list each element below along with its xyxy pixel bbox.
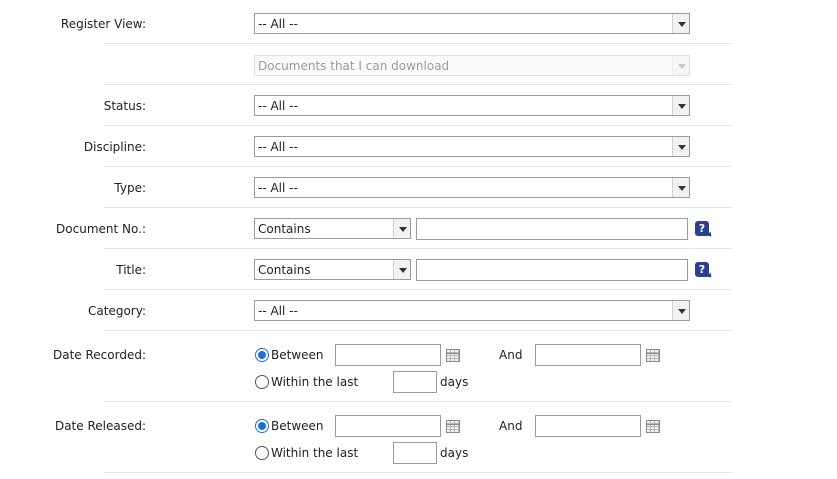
discipline-label: Discipline:: [83, 140, 146, 154]
category-row: Category: -- All --: [88, 290, 732, 331]
download-filter-row: Documents that I can download: [104, 44, 732, 85]
chevron-down-icon: [672, 137, 689, 156]
date-released-within-label: Within the last: [271, 446, 359, 460]
document-no-operator-value: Contains: [258, 222, 311, 236]
help-icon[interactable]: ?: [695, 221, 709, 236]
calendar-icon[interactable]: [646, 349, 660, 362]
discipline-row: Discipline: -- All --: [84, 126, 732, 167]
discipline-select[interactable]: -- All --: [254, 136, 690, 157]
date-released-between-radio[interactable]: [255, 419, 269, 433]
date-released-and-label: And: [499, 419, 523, 433]
date-recorded-from-input[interactable]: [335, 344, 441, 366]
register-view-label: Register View:: [60, 17, 146, 31]
date-recorded-row: Date Recorded: Between And Within the la…: [53, 331, 732, 402]
title-input[interactable]: [416, 259, 688, 281]
document-no-label: Document No.:: [56, 222, 146, 236]
date-released-days-input[interactable]: [393, 442, 437, 464]
category-value: -- All --: [258, 304, 298, 318]
calendar-icon[interactable]: [446, 349, 460, 362]
title-label: Title:: [116, 263, 146, 277]
calendar-icon[interactable]: [446, 420, 460, 433]
date-recorded-between-radio[interactable]: [255, 348, 269, 362]
register-view-select[interactable]: -- All --: [254, 13, 690, 34]
register-view-value: -- All --: [258, 17, 298, 31]
type-label: Type:: [114, 181, 146, 195]
download-filter-select[interactable]: Documents that I can download: [254, 55, 690, 76]
date-released-label: Date Released:: [54, 419, 146, 433]
date-recorded-to-input[interactable]: [535, 344, 641, 366]
chevron-down-icon: [672, 96, 689, 115]
chevron-down-icon: [672, 301, 689, 320]
type-value: -- All --: [258, 181, 298, 195]
date-released-row: Date Released: Between And Within the la…: [55, 402, 732, 473]
calendar-icon[interactable]: [646, 420, 660, 433]
title-operator-value: Contains: [258, 263, 311, 277]
document-no-input[interactable]: [416, 218, 688, 240]
date-recorded-days-label: days: [440, 375, 469, 389]
date-released-to-input[interactable]: [535, 415, 641, 437]
title-row: Title: Contains ?: [104, 249, 732, 290]
chevron-down-icon: [672, 178, 689, 197]
date-recorded-within-label: Within the last: [271, 375, 359, 389]
discipline-value: -- All --: [258, 140, 298, 154]
chevron-down-icon: [672, 14, 689, 33]
document-no-operator-select[interactable]: Contains: [254, 218, 411, 239]
chevron-down-icon: [393, 260, 410, 279]
type-row: Type: -- All --: [104, 167, 732, 208]
date-released-from-input[interactable]: [335, 415, 441, 437]
date-recorded-within-radio[interactable]: [255, 375, 269, 389]
status-label: Status:: [103, 99, 146, 113]
status-select[interactable]: -- All --: [254, 95, 690, 116]
date-released-days-label: days: [440, 446, 469, 460]
category-select[interactable]: -- All --: [254, 300, 690, 321]
help-icon[interactable]: ?: [695, 262, 709, 277]
chevron-down-icon: [672, 56, 689, 75]
date-recorded-and-label: And: [499, 348, 523, 362]
date-recorded-days-input[interactable]: [393, 371, 437, 393]
type-select[interactable]: -- All --: [254, 177, 690, 198]
category-label: Category:: [88, 304, 146, 318]
date-released-between-label: Between: [271, 419, 324, 433]
title-operator-select[interactable]: Contains: [254, 259, 411, 280]
date-recorded-label: Date Recorded:: [53, 348, 146, 362]
status-value: -- All --: [258, 99, 298, 113]
date-recorded-between-label: Between: [271, 348, 324, 362]
register-view-row: Register View: -- All --: [61, 0, 732, 44]
download-filter-value: Documents that I can download: [258, 59, 450, 73]
document-no-row: Document No.: Contains ?: [56, 208, 732, 249]
date-released-within-radio[interactable]: [255, 446, 269, 460]
chevron-down-icon: [393, 219, 410, 238]
status-row: Status: -- All --: [104, 85, 732, 126]
